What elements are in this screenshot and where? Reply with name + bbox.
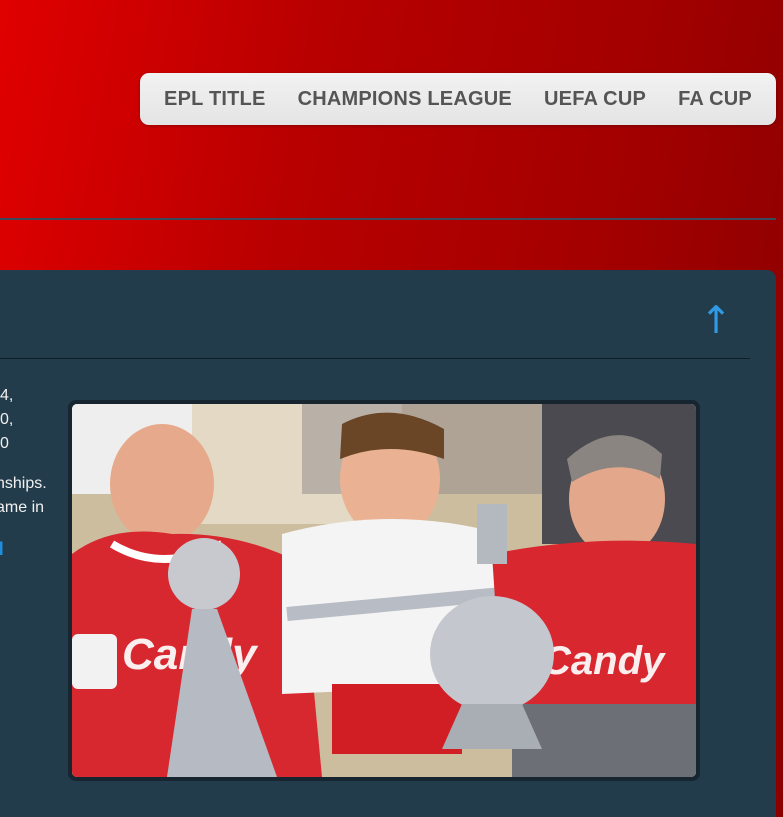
read-more-link[interactable]: N xyxy=(0,538,56,562)
nav-champions-league[interactable]: CHAMPIONS LEAGUE xyxy=(298,88,512,111)
text-line: 4, xyxy=(0,387,14,404)
paragraph-line: nships. xyxy=(0,475,47,492)
scroll-top-arrow-icon[interactable]: ↑ xyxy=(700,300,732,340)
nav-uefa-cup[interactable]: UEFA CUP xyxy=(544,88,646,111)
trophy-celebration-image: Candy Candy xyxy=(72,404,696,777)
header-divider xyxy=(0,218,776,220)
trophy-nav-bar: EPL TITLE CHAMPIONS LEAGUE UEFA CUP FA C… xyxy=(140,73,776,125)
text-line: 0, xyxy=(0,411,14,428)
photo-frame: Candy Candy xyxy=(68,400,700,781)
paragraph-line: ame in xyxy=(0,499,45,516)
celebration-photo: Candy Candy xyxy=(72,404,696,777)
nav-epl-title[interactable]: EPL TITLE xyxy=(164,88,265,111)
content-panel: ↑ 4, 0, 0 nships. ame in N xyxy=(0,270,776,817)
cropped-text-column: 4, 0, 0 nships. ame in N xyxy=(0,384,56,562)
sponsor-text-right: Candy xyxy=(542,639,666,683)
nav-fa-cup[interactable]: FA CUP xyxy=(678,88,752,111)
panel-divider xyxy=(0,358,750,359)
text-line: 0 xyxy=(0,435,9,452)
